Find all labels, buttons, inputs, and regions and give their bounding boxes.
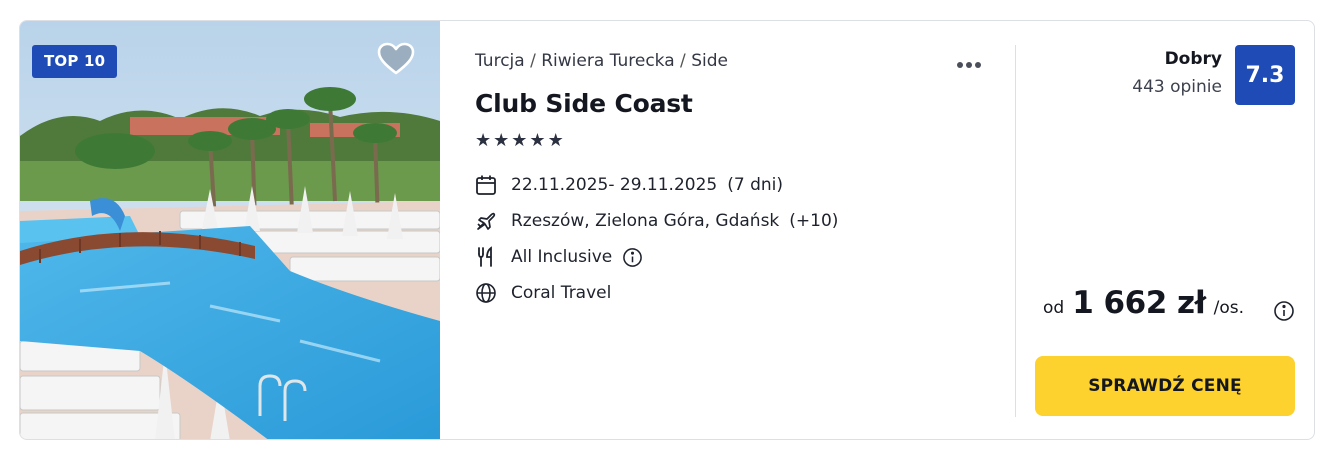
star-icon: ★ bbox=[493, 130, 510, 151]
hotel-photo[interactable]: TOP 10 bbox=[20, 21, 440, 439]
star-rating: ★ ★ ★ ★ ★ bbox=[475, 131, 564, 151]
calendar-icon bbox=[475, 174, 497, 196]
top-badge: TOP 10 bbox=[32, 45, 118, 78]
info-circle-icon bbox=[1274, 301, 1294, 321]
heart-outline-icon bbox=[377, 42, 415, 75]
offer-card[interactable]: TOP 10 Turcja / Riwiera Turecka / Side C… bbox=[19, 20, 1315, 440]
breadcrumb-separator: / bbox=[530, 51, 542, 71]
dates-row: 22.11.2025- 29.11.2025 (7 dni) bbox=[475, 174, 783, 196]
plane-icon bbox=[475, 210, 497, 232]
board-info-button[interactable] bbox=[622, 247, 643, 268]
check-price-button[interactable]: SPRAWDŹ CENĘ bbox=[1035, 356, 1295, 416]
more-options-button[interactable] bbox=[955, 53, 989, 71]
hotel-name[interactable]: Club Side Coast bbox=[475, 89, 693, 118]
star-icon: ★ bbox=[511, 130, 528, 151]
trip-duration: (7 dni) bbox=[727, 175, 783, 195]
operator-row: Coral Travel bbox=[475, 282, 611, 304]
cutlery-icon bbox=[475, 246, 497, 268]
ellipsis-icon bbox=[955, 53, 982, 72]
travel-dates: 22.11.2025- 29.11.2025 bbox=[511, 175, 718, 195]
star-icon: ★ bbox=[547, 130, 564, 151]
price: od 1 662 zł /os. bbox=[1043, 285, 1244, 321]
tour-operator: Coral Travel bbox=[511, 283, 612, 303]
globe-icon bbox=[475, 282, 497, 304]
vertical-divider bbox=[1015, 45, 1016, 417]
info-circle-icon bbox=[623, 247, 643, 267]
price-suffix: /os. bbox=[1213, 298, 1244, 318]
price-prefix: od bbox=[1042, 298, 1065, 318]
star-icon: ★ bbox=[529, 130, 546, 151]
breadcrumb-region[interactable]: Riwiera Turecka bbox=[541, 51, 674, 71]
departures-row: Rzeszów, Zielona Góra, Gdańsk (+10) bbox=[475, 210, 838, 232]
offer-details: Turcja / Riwiera Turecka / Side Club Sid… bbox=[475, 21, 1015, 439]
star-icon: ★ bbox=[475, 130, 492, 151]
price-info-button[interactable] bbox=[1273, 300, 1295, 322]
rating-score-badge[interactable]: 7.3 bbox=[1235, 45, 1295, 105]
pool-image bbox=[20, 21, 440, 439]
board-type: All Inclusive bbox=[511, 247, 613, 267]
board-row: All Inclusive bbox=[475, 246, 643, 268]
favorite-button[interactable] bbox=[376, 41, 416, 77]
breadcrumb: Turcja / Riwiera Turecka / Side bbox=[475, 51, 728, 71]
breadcrumb-country[interactable]: Turcja bbox=[475, 51, 525, 71]
price-amount: 1 662 zł bbox=[1072, 285, 1206, 321]
departure-airports: Rzeszów, Zielona Góra, Gdańsk bbox=[511, 211, 780, 231]
rating-label: Dobry bbox=[1164, 49, 1222, 69]
breadcrumb-city[interactable]: Side bbox=[691, 51, 728, 71]
more-airports-count[interactable]: (+10) bbox=[789, 211, 838, 231]
review-count[interactable]: 443 opinie bbox=[1132, 77, 1222, 97]
breadcrumb-separator: / bbox=[680, 51, 692, 71]
